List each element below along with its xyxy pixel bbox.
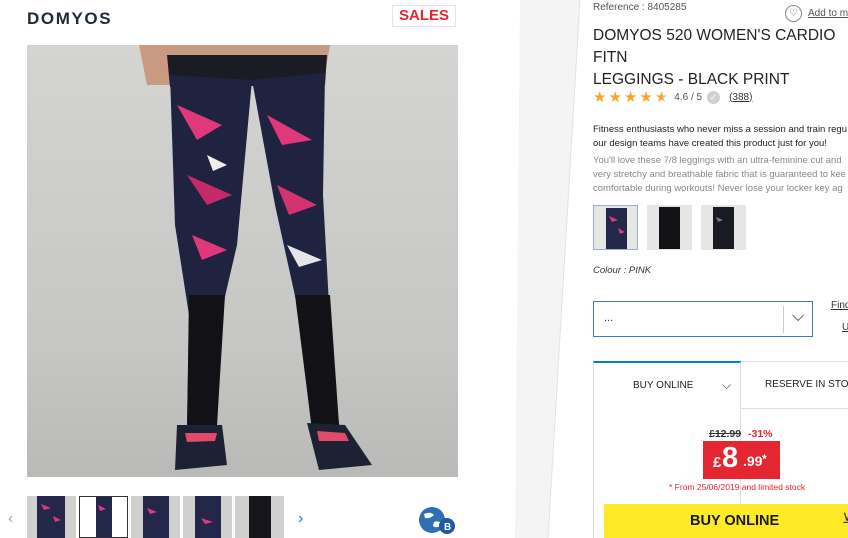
variant-swatch-black-print[interactable] xyxy=(701,205,746,250)
size-select-value[interactable]: ... xyxy=(604,312,613,324)
star-icon: ★ xyxy=(639,89,653,106)
tab-reserve-in-store[interactable]: RESERVE IN STORE xyxy=(741,361,848,409)
cart-icon[interactable]: ⊻ xyxy=(842,510,848,527)
buy-online-button[interactable]: BUY ONLINE ⊻ xyxy=(604,504,848,538)
old-price: £12.99 xyxy=(709,428,742,440)
variant-swatch-pink-print[interactable] xyxy=(593,205,638,250)
chevron-down-icon[interactable]: ⌵ xyxy=(792,308,804,326)
colour-label: Colour : PINK xyxy=(593,265,652,276)
size-select[interactable]: ... ⌵ xyxy=(593,301,813,337)
sale-price: £ 8 .99 * xyxy=(703,441,780,479)
description-lead: Fitness enthusiasts who never miss a ses… xyxy=(593,124,847,149)
product-page: DOMYOS SALES ‹ › B Reference: 8405285 ♡… xyxy=(0,0,848,538)
tab-buy-online[interactable]: BUY ONLINE ⌵ xyxy=(593,361,741,409)
star-icon: ★ xyxy=(593,89,607,106)
review-count-link[interactable]: (388) xyxy=(729,92,752,103)
product-rating: ★ ★ ★ ★ ★ 4.6 / 5 ✓ (388) xyxy=(593,88,752,106)
wishlist-button[interactable]: ♡ Add to m xyxy=(785,5,848,22)
verified-check-icon: ✓ xyxy=(707,90,721,104)
wishlist-label[interactable]: Add to m xyxy=(808,8,848,19)
half-star-icon: ★ xyxy=(654,89,669,106)
star-icon: ★ xyxy=(623,89,638,106)
price-currency: £ xyxy=(713,454,722,471)
price-asterisk: * xyxy=(762,452,767,466)
price-integer: 8 xyxy=(722,442,739,474)
chevron-down-icon[interactable]: ⌵ xyxy=(722,378,731,393)
heart-icon[interactable]: ♡ xyxy=(785,5,802,22)
discount-badge: -31% xyxy=(748,428,773,440)
product-reference: Reference : 8405285 xyxy=(593,2,687,13)
buy-online-button-label[interactable]: BUY ONLINE xyxy=(690,513,779,529)
tab-buy-online-label[interactable]: BUY ONLINE xyxy=(633,380,693,391)
rating-score: 4.6 / 5 xyxy=(674,91,703,103)
product-title: DOMYOS 520 WOMEN'S CARDIO FITN LEGGINGS … xyxy=(593,27,836,88)
purchase-tabs: BUY ONLINE ⌵ RESERVE IN STORE xyxy=(593,361,848,409)
tab-reserve-label[interactable]: RESERVE IN STORE xyxy=(765,379,848,390)
price-decimal: .99 xyxy=(743,453,763,469)
variant-swatch-black[interactable] xyxy=(647,205,692,250)
star-icon: ★ xyxy=(608,89,622,106)
promo-note: * From 25/06/2019 and limited stock xyxy=(669,482,806,492)
find-size-link[interactable]: Find xyxy=(831,300,848,311)
size-guide-link[interactable]: U xyxy=(842,322,848,333)
product-info-panel: Reference : 8405285 ♡ Add to m DOMYOS 52… xyxy=(0,0,848,538)
description-body: You'll love these 7/8 leggings with an u… xyxy=(593,155,846,194)
size-select-divider xyxy=(783,306,784,333)
